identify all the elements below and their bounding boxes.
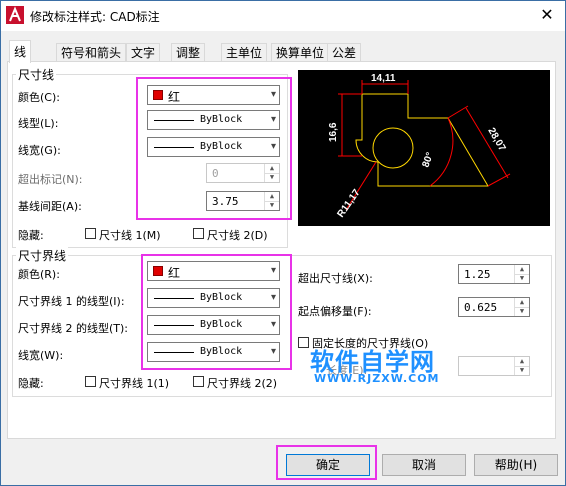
cancel-button[interactable]: 取消	[382, 454, 466, 476]
extension-lines-title: 尺寸界线	[16, 247, 69, 264]
tab-lines[interactable]: 线	[9, 40, 32, 63]
preview-dim-angle: 80°	[420, 151, 436, 169]
ext-beyond-spinner[interactable]: 1.25 ▲ ▼	[458, 264, 530, 284]
dim-linetype-label: 线型(L):	[18, 117, 59, 130]
tab-tolerances[interactable]: 公差	[327, 43, 362, 62]
fixed-length-spinner[interactable]: ▲ ▼	[458, 356, 530, 376]
suppress-ext-line-2-checkbox[interactable]	[193, 376, 204, 387]
dim-color-label: 颜色(C):	[18, 91, 60, 104]
spin-down-icon[interactable]: ▼	[514, 274, 529, 283]
close-icon[interactable]: ✕	[536, 4, 558, 26]
preview-drawing: 14,11 16,6 28,07 80° R11,17	[328, 73, 511, 220]
suppress-dim-line-2-checkbox[interactable]	[193, 228, 204, 239]
dim-lineweight-label: 线宽(G):	[18, 144, 61, 157]
ext-beyond-label: 超出尺寸线(X):	[298, 272, 373, 285]
tab-alternate-units[interactable]: 换算单位	[271, 43, 330, 62]
dim-suppress-label: 隐藏:	[18, 229, 44, 242]
highlight-box-ext-lines	[141, 254, 292, 370]
preview-dim-top: 14,11	[371, 73, 396, 84]
ext2-linetype-label: 尺寸界线 2 的线型(T):	[18, 322, 128, 335]
ext1-linetype-label: 尺寸界线 1 的线型(I):	[18, 295, 125, 308]
suppress-ext-line-1-checkbox[interactable]	[85, 376, 96, 387]
suppress-dim-line-1-checkbox[interactable]	[85, 228, 96, 239]
preview-dim-left: 16,6	[328, 122, 339, 142]
highlight-box-ok	[276, 445, 377, 480]
tab-text[interactable]: 文字	[126, 43, 161, 62]
fixed-length-checkbox[interactable]	[298, 337, 309, 348]
suppress-ext-line-1-label: 尺寸界线 1(1)	[99, 377, 170, 390]
preview-shape-outline	[355, 93, 489, 187]
preview-dim-radius: R11,17	[335, 187, 362, 220]
dim-baseline-label: 基线间距(A):	[18, 200, 82, 213]
tab-symbols-arrows[interactable]: 符号和箭头	[56, 43, 127, 62]
dim-extend-label: 超出标记(N):	[18, 173, 83, 186]
tab-primary-units[interactable]: 主单位	[221, 43, 268, 62]
ext-offset-label: 起点偏移量(F):	[298, 305, 372, 318]
suppress-ext-line-2-label: 尺寸界线 2(2)	[207, 377, 278, 390]
ext-lineweight-label: 线宽(W):	[18, 349, 64, 362]
ext-beyond-value: 1.25	[464, 268, 491, 281]
preview-ext-line	[487, 173, 511, 187]
ext-offset-value: 0.625	[464, 301, 498, 314]
suppress-dim-line-2-label: 尺寸线 2(D)	[207, 229, 268, 242]
ext-suppress-label: 隐藏:	[18, 377, 44, 390]
preview-angle-arc	[429, 117, 454, 187]
ext-offset-spinner[interactable]: 0.625 ▲ ▼	[458, 297, 530, 317]
autocad-logo-icon	[6, 6, 24, 24]
preview-panel: 14,11 16,6 28,07 80° R11,17	[298, 70, 550, 226]
preview-ext-line	[447, 105, 469, 119]
spin-down-icon[interactable]: ▼	[514, 366, 529, 375]
ext-color-label: 颜色(R):	[18, 268, 60, 281]
spin-down-icon[interactable]: ▼	[514, 307, 529, 316]
watermark-url: WWW.RJZXW.COM	[314, 372, 440, 385]
window-title: 修改标注样式: CAD标注	[30, 10, 160, 24]
preview-circle	[372, 127, 414, 169]
preview-dim-diag: 28,07	[485, 126, 507, 154]
highlight-box-dim-lines	[136, 77, 292, 220]
help-button[interactable]: 帮助(H)	[474, 454, 558, 476]
suppress-dim-line-1-label: 尺寸线 1(M)	[99, 229, 161, 242]
dimension-lines-title: 尺寸线	[16, 66, 57, 83]
tab-fit[interactable]: 调整	[171, 43, 206, 62]
